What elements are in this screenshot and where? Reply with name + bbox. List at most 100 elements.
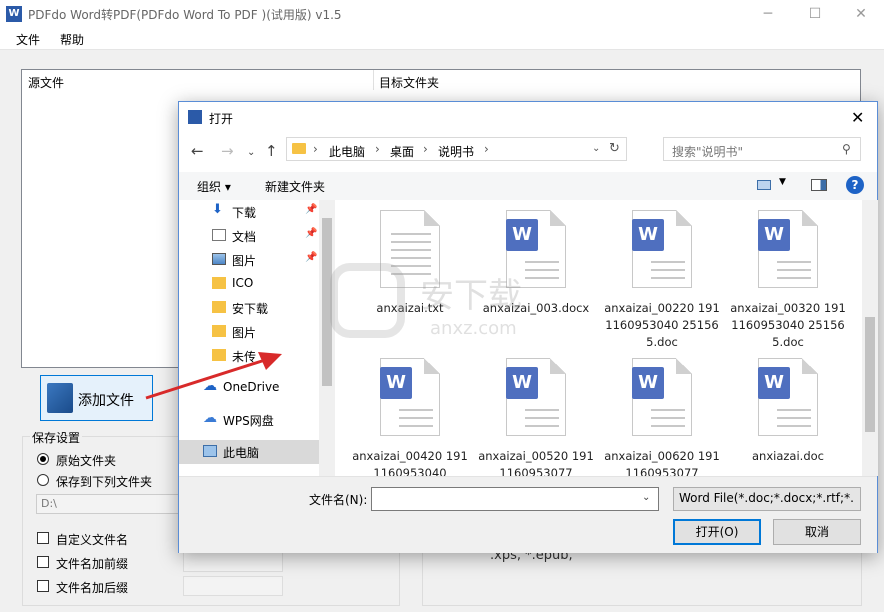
- add-file-icon: [47, 383, 73, 413]
- add-file-label: 添加文件: [78, 393, 134, 409]
- breadcrumb-folder[interactable]: 说明书: [438, 143, 474, 160]
- cancel-button[interactable]: 取消: [773, 519, 861, 545]
- maximize-button[interactable]: ☐: [792, 0, 838, 28]
- search-input[interactable]: 搜索"说明书" ⚲: [663, 137, 861, 161]
- nav-item-label: 安下载: [232, 302, 269, 316]
- breadcrumb-separator: ›: [313, 142, 318, 156]
- command-bar: 组织 ▾ 新建文件夹 ▼ ?: [179, 172, 877, 200]
- nav-item-label: 图片: [232, 254, 257, 268]
- word-doc-icon: W: [632, 210, 692, 288]
- filename-input[interactable]: ⌄: [371, 487, 659, 511]
- recent-chevron-icon[interactable]: ⌄: [247, 147, 255, 158]
- dialog-footer: 文件名(N): ⌄ Word File(*.doc;*.docx;*.rtf;*…: [179, 476, 877, 553]
- file-name: anxaizai_00520 1911160953077: [478, 449, 594, 476]
- window-title: PDFdo Word转PDF(PDFdo Word To PDF )(试用版) …: [28, 8, 342, 22]
- breadcrumb-desktop[interactable]: 桌面: [390, 143, 414, 160]
- address-dropdown-icon[interactable]: ⌄: [592, 143, 600, 154]
- cloud-icon: ☁: [203, 410, 217, 426]
- dialog-title: 打开: [209, 112, 234, 126]
- folder-icon: [212, 301, 226, 313]
- folder-icon: [292, 143, 306, 154]
- breadcrumb-this-pc[interactable]: 此电脑: [329, 143, 365, 160]
- search-placeholder: 搜索"说明书": [672, 145, 744, 159]
- close-button[interactable]: ✕: [838, 0, 884, 28]
- nav-item-downloads[interactable]: ⬇ 下载 📌: [179, 200, 319, 224]
- up-arrow-icon[interactable]: ↑: [265, 142, 278, 160]
- minimize-button[interactable]: ─: [745, 0, 791, 28]
- view-dropdown-icon[interactable]: ▼: [779, 177, 786, 187]
- breadcrumb-separator: ›: [423, 142, 428, 156]
- file-item[interactable]: W anxaizai_00420 1911160953040: [349, 354, 471, 476]
- prefix-input[interactable]: [183, 552, 283, 572]
- output-dir-input[interactable]: D:\: [36, 494, 182, 514]
- preview-pane-icon[interactable]: [811, 179, 827, 191]
- title-bar: W PDFdo Word转PDF(PDFdo Word To PDF )(试用版…: [0, 0, 884, 28]
- add-file-button[interactable]: 添加文件: [40, 375, 153, 421]
- file-name: anxaizai_00220 1911160953040 251565.doc: [604, 301, 720, 349]
- nav-item-anxiazai[interactable]: 安下载: [179, 296, 319, 320]
- radio-original-folder[interactable]: [37, 453, 49, 465]
- back-arrow-icon[interactable]: ←: [191, 142, 204, 160]
- menu-bar: 文件 帮助: [0, 28, 884, 50]
- nav-item-documents[interactable]: 文档 📌: [179, 224, 319, 248]
- content-scrollbar-thumb[interactable]: [865, 317, 875, 432]
- checkbox-prefix[interactable]: [37, 556, 49, 568]
- download-icon: ⬇: [212, 202, 223, 217]
- column-divider: [373, 70, 374, 90]
- nav-item-label: 下载: [232, 206, 257, 220]
- watermark-subtext: anxz.com: [430, 318, 517, 339]
- new-folder-button[interactable]: 新建文件夹: [265, 178, 325, 195]
- open-button[interactable]: 打开(O): [673, 519, 761, 545]
- radio-custom-label: 保存到下列文件夹: [56, 475, 153, 489]
- word-doc-icon: W: [758, 210, 818, 288]
- help-icon[interactable]: ?: [846, 176, 864, 194]
- file-item[interactable]: W anxaizai_00320 1911160953040 251565.do…: [727, 206, 849, 356]
- word-doc-icon: W: [758, 358, 818, 436]
- save-settings-title: 保存设置: [30, 429, 83, 446]
- forward-arrow-icon[interactable]: →: [221, 142, 234, 160]
- file-name: anxaizai_00320 1911160953040 251565.doc: [730, 301, 846, 349]
- dialog-close-icon[interactable]: ✕: [851, 108, 864, 127]
- view-options-icon[interactable]: [757, 180, 771, 190]
- organize-button[interactable]: 组织 ▾: [197, 178, 231, 195]
- menu-file[interactable]: 文件: [16, 31, 40, 48]
- nav-item-wps[interactable]: ☁ WPS网盘: [179, 408, 319, 432]
- address-bar[interactable]: › 此电脑 › 桌面 › 说明书 › ⌄ ↻: [286, 137, 627, 161]
- pin-icon: 📌: [305, 228, 318, 239]
- file-item[interactable]: W anxaizai_00620 1911160953077: [601, 354, 723, 476]
- column-header-target[interactable]: 目标文件夹: [379, 74, 439, 91]
- watermark: 安下载 anxz.com: [330, 258, 560, 348]
- refresh-icon[interactable]: ↻: [609, 141, 620, 156]
- nav-item-ico[interactable]: ICO: [179, 272, 319, 296]
- checkbox-suffix[interactable]: [37, 580, 49, 592]
- folder-icon: [212, 325, 226, 337]
- nav-item-label: 文档: [232, 230, 257, 244]
- info-group: [422, 545, 862, 606]
- pin-icon: 📌: [305, 204, 318, 215]
- computer-icon: [203, 445, 217, 457]
- breadcrumb-separator: ›: [484, 142, 489, 156]
- checkbox-prefix-label: 文件名加前缀: [56, 557, 129, 571]
- search-icon: ⚲: [842, 142, 851, 156]
- nav-item-this-pc[interactable]: 此电脑: [179, 440, 319, 464]
- column-header-source[interactable]: 源文件: [28, 74, 64, 91]
- file-item[interactable]: W anxaizai_00220 1911160953040 251565.do…: [601, 206, 723, 356]
- file-name: anxiazai.doc: [752, 449, 824, 463]
- file-item[interactable]: W anxiazai.doc: [727, 354, 849, 476]
- radio-original-label: 原始文件夹: [56, 454, 117, 468]
- file-item[interactable]: W anxaizai_00520 1911160953077: [475, 354, 597, 476]
- nav-item-label: 图片: [232, 326, 257, 340]
- nav-item-label: 此电脑: [223, 446, 260, 460]
- file-name: anxaizai_00420 1911160953040: [352, 449, 468, 476]
- file-type-filter[interactable]: Word File(*.doc;*.docx;*.rtf;*.: [673, 487, 861, 511]
- filename-dropdown-icon[interactable]: ⌄: [642, 492, 650, 503]
- radio-custom-folder[interactable]: [37, 474, 49, 486]
- word-doc-icon: W: [380, 358, 440, 436]
- suffix-input[interactable]: [183, 576, 283, 596]
- word-doc-icon: W: [506, 358, 566, 436]
- annotation-arrow: [145, 352, 282, 400]
- nav-item-pictures[interactable]: 图片 📌: [179, 248, 319, 272]
- menu-help[interactable]: 帮助: [60, 31, 84, 48]
- checkbox-custom-name[interactable]: [37, 532, 49, 544]
- checkbox-suffix-label: 文件名加后缀: [56, 581, 129, 595]
